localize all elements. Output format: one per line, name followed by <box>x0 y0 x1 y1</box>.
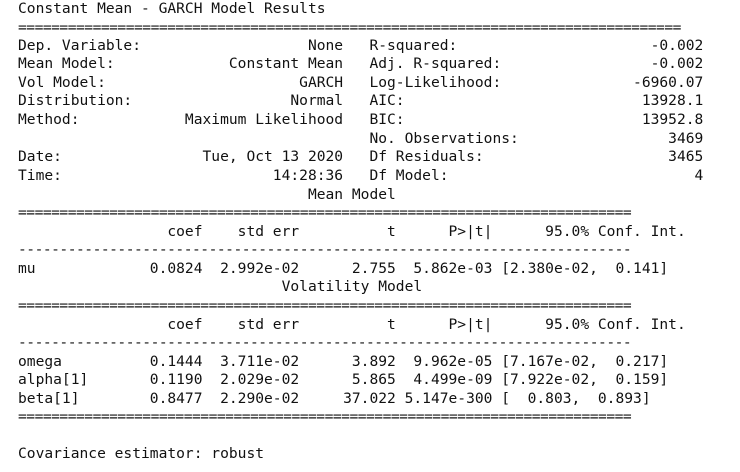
mean-model-title: Mean Model <box>18 186 396 203</box>
volatility-model-header: coef std err t P>|t| 95.0% Conf. Int. <box>18 316 686 333</box>
summary-line: Vol Model: GARCH Log-Likelihood: -6960.0… <box>18 74 704 91</box>
volatility-model-row: beta[1] 0.8477 2.290e-02 37.022 5.147e-3… <box>18 390 651 407</box>
mean-model-double-rule: ========================================… <box>18 204 632 221</box>
mean-model-header: coef std err t P>|t| 95.0% Conf. Int. <box>18 223 686 240</box>
garch-results-report: Constant Mean - GARCH Model Results ====… <box>0 0 740 472</box>
summary-line: Mean Model: Constant Mean Adj. R-squared… <box>18 55 704 72</box>
summary-line: Method: Maximum Likelihood BIC: 13952.8 <box>18 111 704 128</box>
summary-line: Dep. Variable: None R-squared: -0.002 <box>18 37 704 54</box>
double-rule-bottom: ========================================… <box>18 408 632 425</box>
volatility-model-row: omega 0.1444 3.711e-02 3.892 9.962e-05 [… <box>18 353 669 370</box>
summary-line: No. Observations: 3469 <box>18 130 704 147</box>
covariance-footer: Covariance estimator: robust <box>18 445 265 462</box>
volatility-model-title: Volatility Model <box>18 278 423 295</box>
summary-line: Time: 14:28:36 Df Model: 4 <box>18 167 704 184</box>
double-rule-top: ========================================… <box>18 19 681 36</box>
mean-model-row: mu 0.0824 2.992e-02 2.755 5.862e-03 [2.3… <box>18 260 669 277</box>
summary-line: Distribution: Normal AIC: 13928.1 <box>18 92 704 109</box>
volatility-model-row: alpha[1] 0.1190 2.029e-02 5.865 4.499e-0… <box>18 371 669 388</box>
summary-line: Date: Tue, Oct 13 2020 Df Residuals: 346… <box>18 148 704 165</box>
volatility-model-double-rule: ========================================… <box>18 297 632 314</box>
mean-model-dash-rule: ----------------------------------------… <box>18 241 632 258</box>
volatility-model-dash-rule: ----------------------------------------… <box>18 334 632 351</box>
report-title: Constant Mean - GARCH Model Results <box>18 0 326 17</box>
